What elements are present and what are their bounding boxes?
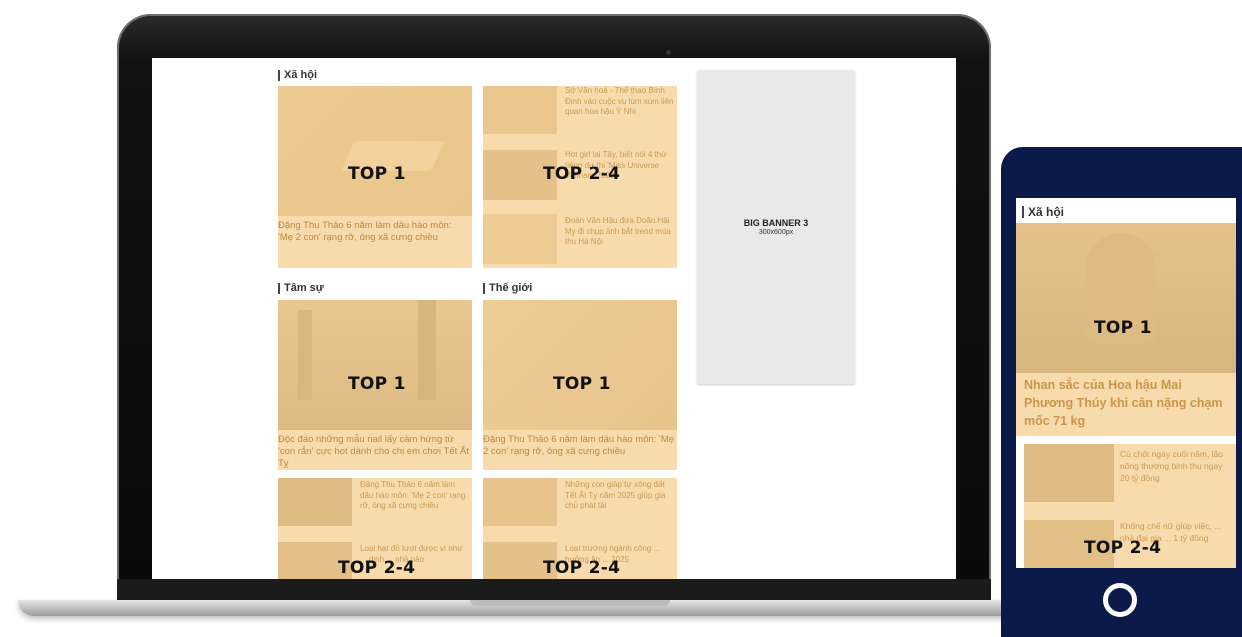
section-title-xa-hoi: Xã hội	[278, 70, 317, 81]
big-banner[interactable]: BIG BANNER 3 300x600px	[697, 70, 855, 384]
list-item-title[interactable]: Cú chốt ngày cuối năm, lão nông thương b…	[1120, 448, 1230, 484]
top1-label: TOP 1	[553, 374, 611, 394]
phone-article-list: Cú chốt ngày cuối năm, lão nông thương b…	[1024, 444, 1236, 568]
banner-size: 300x600px	[758, 229, 794, 236]
article-caption: Độc đáo những mẫu nail lấy cảm hứng từ '…	[278, 434, 469, 469]
banner-title: BIG BANNER 3	[743, 218, 809, 228]
top1-label: TOP 1	[348, 374, 406, 394]
home-button[interactable]	[1103, 583, 1137, 617]
phone-screen: Xã hội Nhan sắc của Hoa hậu Mai Phương T…	[1016, 198, 1236, 568]
phone-article-top1[interactable]: Nhan sắc của Hoa hậu Mai Phương Thúy khi…	[1016, 223, 1236, 436]
top2-4-label: TOP 2-4	[543, 558, 621, 578]
top2-4-label: TOP 2-4	[1084, 538, 1162, 558]
top1-label: TOP 1	[1094, 318, 1152, 338]
top1-label: TOP 1	[348, 164, 406, 184]
article-list-the-gioi: Những con giáp tự xông đất Tết Ất Tỵ năm…	[483, 478, 677, 579]
list-item-title[interactable]: Đặng Thu Thảo 6 năm làm dâu hào môn: 'Mẹ…	[360, 480, 470, 512]
laptop-base	[18, 600, 1018, 616]
article-top1-the-gioi[interactable]: Đặng Thu Thảo 6 năm làm dâu hào môn: 'Mẹ…	[483, 300, 677, 470]
laptop-hinge	[117, 579, 991, 601]
laptop-notch	[470, 600, 670, 606]
top2-4-label: TOP 2-4	[543, 164, 621, 184]
list-item-title[interactable]: Đoàn Văn Hậu đưa Doãn Hải My đi chụp ảnh…	[565, 216, 675, 248]
article-caption: Nhan sắc của Hoa hậu Mai Phương Thúy khi…	[1024, 378, 1223, 428]
article-list-tam-su: Đặng Thu Thảo 6 năm làm dâu hào môn: 'Mẹ…	[278, 478, 472, 579]
section-title-the-gioi: Thế giới	[483, 283, 532, 294]
camera-icon	[666, 50, 671, 55]
phone-section-title: Xã hội	[1022, 206, 1064, 218]
list-item-title[interactable]: Sở Văn hoá - Thể thao Bình Định vào cuộc…	[565, 86, 675, 118]
article-caption: Đặng Thu Thảo 6 năm làm dâu hào môn: 'Mẹ…	[483, 434, 675, 457]
top2-4-label: TOP 2-4	[338, 558, 416, 578]
laptop-screen: Xã hội Đặng Thu Thảo 6 năm làm dâu hào m…	[152, 58, 956, 579]
section-title-tam-su: Tâm sự	[278, 283, 324, 294]
article-list-xa-hoi: Sở Văn hoá - Thể thao Bình Định vào cuộc…	[483, 86, 677, 268]
article-top1-tam-su[interactable]: Độc đáo những mẫu nail lấy cảm hứng từ '…	[278, 300, 472, 470]
list-item-title[interactable]: Những con giáp tự xông đất Tết Ất Tỵ năm…	[565, 480, 675, 512]
article-caption: Đặng Thu Thảo 6 năm làm dâu hào môn: 'Mẹ…	[278, 220, 452, 243]
article-top1-xa-hoi[interactable]: Đặng Thu Thảo 6 năm làm dâu hào môn: 'Mẹ…	[278, 86, 472, 268]
